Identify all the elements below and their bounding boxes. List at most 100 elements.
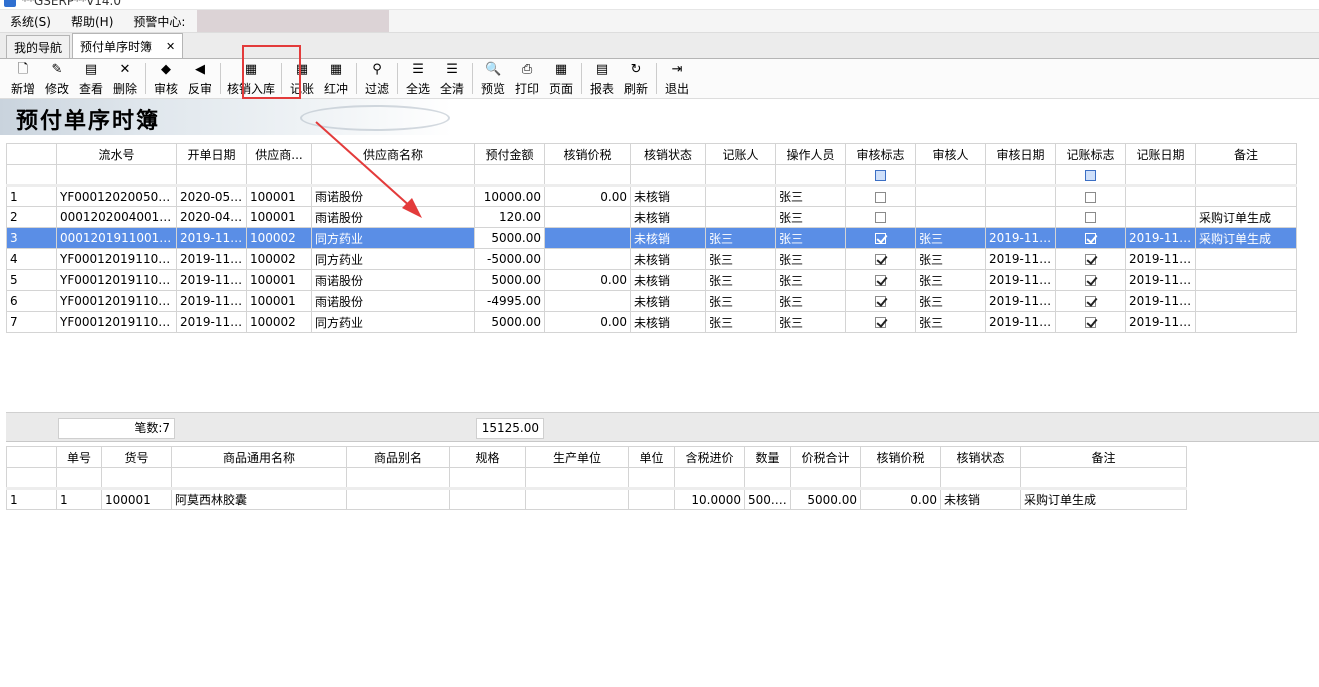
column-header[interactable]: 备注: [1020, 446, 1187, 468]
filter-cell[interactable]: [744, 467, 791, 489]
column-header[interactable]: 数量: [744, 446, 791, 468]
audit-flag-cell[interactable]: [845, 206, 916, 228]
filter-checkbox[interactable]: [875, 169, 886, 181]
filter-cell[interactable]: [525, 467, 629, 489]
filter-cell[interactable]: [985, 164, 1056, 186]
filter-cell[interactable]: [544, 164, 631, 186]
checkbox[interactable]: [1085, 254, 1096, 265]
table-row[interactable]: 6 YF000120191100... 2019-11-29 100001 雨诺股份 -4…: [6, 290, 1297, 312]
checkbox[interactable]: [1085, 275, 1096, 286]
checkbox[interactable]: [875, 317, 886, 328]
post-flag-cell[interactable]: [1055, 290, 1126, 312]
filter-cell[interactable]: [101, 467, 172, 489]
column-header[interactable]: 单号: [56, 446, 102, 468]
column-header[interactable]: 价税合计: [790, 446, 861, 468]
toolbar-button-13[interactable]: ⎙ 打印: [510, 59, 544, 98]
checkbox[interactable]: [1085, 233, 1096, 244]
toolbar-button-7[interactable]: ▦ 记账: [285, 59, 319, 98]
column-header[interactable]: 供应商名称: [311, 143, 475, 165]
column-header[interactable]: 含税进价: [674, 446, 745, 468]
checkbox[interactable]: [875, 212, 886, 223]
checkbox[interactable]: [875, 296, 886, 307]
post-flag-cell[interactable]: [1055, 227, 1126, 249]
filter-cell[interactable]: [171, 467, 347, 489]
table-row[interactable]: 7 YF000120191100... 2019-11-28 100002 同方药业 50…: [6, 311, 1297, 333]
column-header[interactable]: 核销价税: [544, 143, 631, 165]
toolbar-button-2[interactable]: ▤ 查看: [74, 59, 108, 98]
post-flag-cell[interactable]: [1055, 184, 1126, 207]
filter-checkbox[interactable]: [1085, 169, 1096, 181]
column-header[interactable]: 核销状态: [940, 446, 1021, 468]
filter-cell[interactable]: [1195, 164, 1297, 186]
column-header[interactable]: 商品别名: [346, 446, 450, 468]
filter-cell[interactable]: [6, 467, 57, 489]
filter-cell[interactable]: [346, 467, 450, 489]
filter-cell[interactable]: [56, 164, 177, 186]
toolbar-button-9[interactable]: ⚲ 过滤: [360, 59, 394, 98]
checkbox[interactable]: [875, 254, 886, 265]
table-row[interactable]: 5 YF000120191100... 2019-11-29 100001 雨诺股份 50…: [6, 269, 1297, 291]
column-header[interactable]: 审核标志: [845, 143, 916, 165]
post-flag-cell[interactable]: [1055, 206, 1126, 228]
filter-cell[interactable]: [775, 164, 846, 186]
filter-cell[interactable]: [56, 467, 102, 489]
column-header[interactable]: 生产单位: [525, 446, 629, 468]
filter-cell[interactable]: [6, 164, 57, 186]
table-row[interactable]: 2 000120200400115 2020-04-30 100001 雨诺股份 120.…: [6, 206, 1297, 228]
toolbar-button-16[interactable]: ↻ 刷新: [619, 59, 653, 98]
alert-center-field[interactable]: [197, 10, 390, 32]
filter-cell[interactable]: [630, 164, 706, 186]
column-header[interactable]: 商品通用名称: [171, 446, 347, 468]
toolbar-button-14[interactable]: ▦ 页面: [544, 59, 578, 98]
filter-cell[interactable]: [311, 164, 475, 186]
audit-flag-cell[interactable]: [845, 227, 916, 249]
toolbar-button-10[interactable]: ☰ 全选: [401, 59, 435, 98]
toolbar-button-8[interactable]: ▦ 红冲: [319, 59, 353, 98]
column-header[interactable]: 记账日期: [1125, 143, 1196, 165]
column-header[interactable]: 货号: [101, 446, 172, 468]
audit-flag-cell[interactable]: [845, 311, 916, 333]
toolbar-button-4[interactable]: ◆ 审核: [149, 59, 183, 98]
filter-cell[interactable]: [860, 467, 941, 489]
toolbar-button-1[interactable]: ✎ 修改: [40, 59, 74, 98]
tab-prepay-journal[interactable]: 预付单序时簿 ✕: [72, 33, 184, 58]
column-header[interactable]: 流水号: [56, 143, 177, 165]
column-header[interactable]: 预付金额: [474, 143, 545, 165]
filter-cell[interactable]: [246, 164, 312, 186]
audit-flag-cell[interactable]: [845, 248, 916, 270]
column-header[interactable]: 核销价税: [860, 446, 941, 468]
column-header[interactable]: 备注: [1195, 143, 1297, 165]
filter-cell[interactable]: [176, 164, 247, 186]
close-icon[interactable]: ✕: [166, 40, 175, 53]
column-header[interactable]: 单位: [628, 446, 675, 468]
audit-flag-cell[interactable]: [845, 290, 916, 312]
toolbar-button-15[interactable]: ▤ 报表: [585, 59, 619, 98]
checkbox[interactable]: [875, 233, 886, 244]
column-header[interactable]: 供应商...: [246, 143, 312, 165]
checkbox[interactable]: [875, 275, 886, 286]
filter-cell[interactable]: [915, 164, 986, 186]
toolbar-button-5[interactable]: ◀ 反审: [183, 59, 217, 98]
tab-my-navigation[interactable]: 我的导航: [6, 35, 71, 58]
column-header[interactable]: 操作人员: [775, 143, 846, 165]
audit-flag-cell[interactable]: [845, 269, 916, 291]
filter-cell[interactable]: [1055, 164, 1126, 186]
checkbox[interactable]: [1085, 317, 1096, 328]
table-row[interactable]: 4 YF000120191100... 2019-11-29 100002 同方药业 -5…: [6, 248, 1297, 270]
menu-alert-center[interactable]: 预警中心:: [133, 13, 185, 30]
column-header[interactable]: 规格: [449, 446, 526, 468]
column-header[interactable]: 开单日期: [176, 143, 247, 165]
column-header[interactable]: 审核日期: [985, 143, 1056, 165]
menu-help[interactable]: 帮助(H): [71, 13, 113, 30]
filter-cell[interactable]: [449, 467, 526, 489]
column-header[interactable]: 记账标志: [1055, 143, 1126, 165]
column-header[interactable]: 审核人: [915, 143, 986, 165]
filter-cell[interactable]: [790, 467, 861, 489]
column-header[interactable]: 记账人: [705, 143, 776, 165]
checkbox[interactable]: [1085, 191, 1096, 203]
post-flag-cell[interactable]: [1055, 269, 1126, 291]
filter-cell[interactable]: [628, 467, 675, 489]
filter-cell[interactable]: [674, 467, 745, 489]
filter-cell[interactable]: [845, 164, 916, 186]
toolbar-button-0[interactable]: 🗋 新增: [6, 59, 40, 98]
